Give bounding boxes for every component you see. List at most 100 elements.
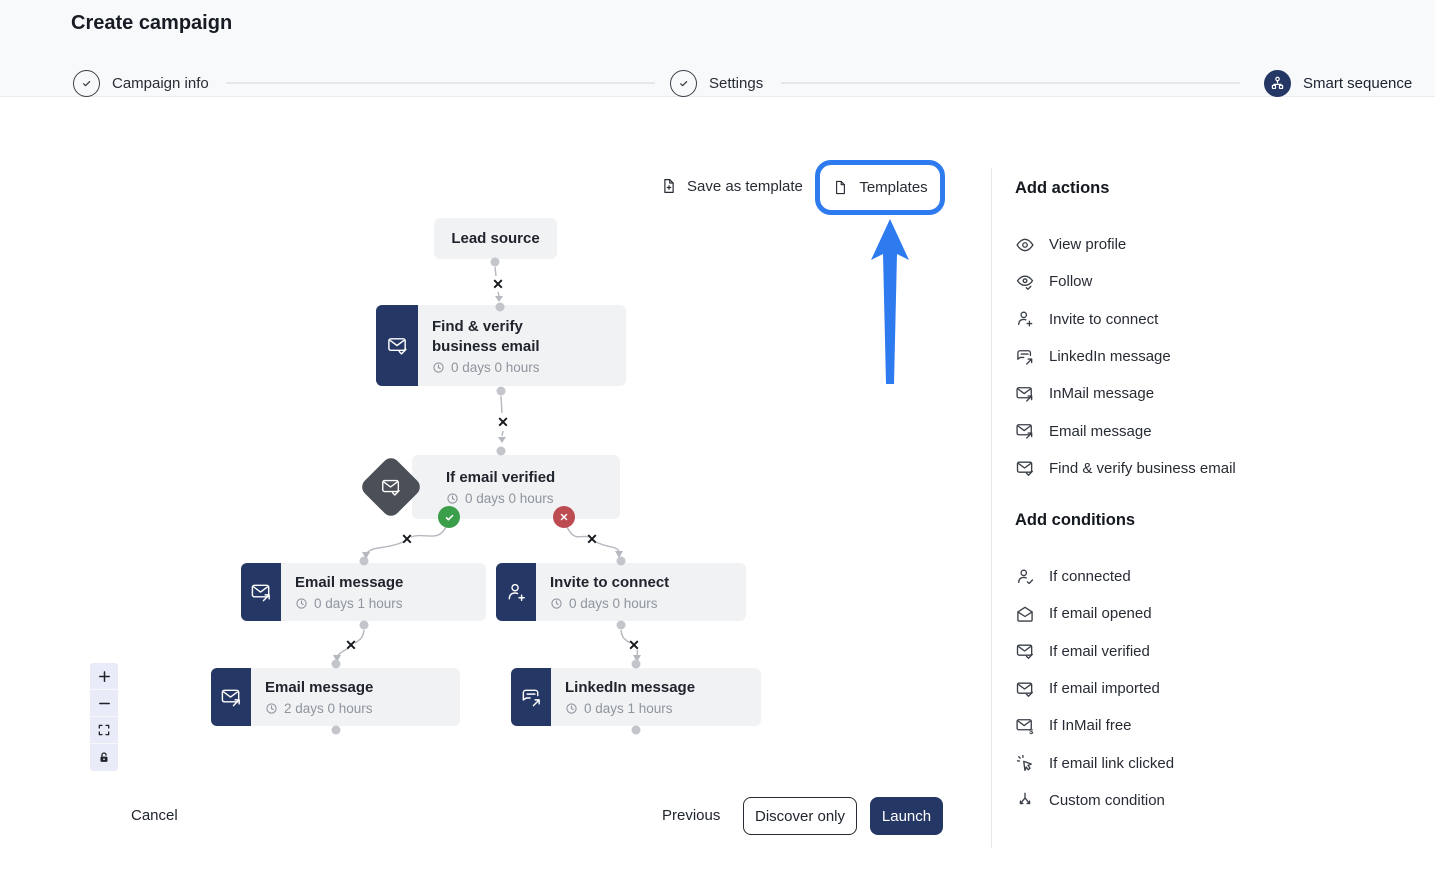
remove-connection-icon[interactable]: ✕ bbox=[491, 277, 505, 291]
cursor-click-icon bbox=[1015, 753, 1035, 773]
mail-send-icon bbox=[241, 563, 281, 621]
chat-send-icon bbox=[511, 668, 551, 726]
mail-check-icon bbox=[1015, 458, 1035, 478]
node-delay: 0 days 1 hours bbox=[565, 701, 695, 716]
node-delay: 0 days 0 hours bbox=[550, 596, 669, 611]
launch-button[interactable]: Launch bbox=[870, 797, 943, 835]
remove-connection-icon[interactable]: ✕ bbox=[496, 415, 510, 429]
sequence-icon bbox=[1264, 70, 1291, 97]
eye-check-icon bbox=[1015, 272, 1035, 292]
condition-label: Custom condition bbox=[1049, 792, 1165, 809]
stepper-step-smart-sequence[interactable]: Smart sequence bbox=[1264, 69, 1412, 97]
action-item-follow[interactable]: Follow bbox=[1015, 263, 1236, 300]
file-icon bbox=[832, 178, 849, 197]
condition-label: If email imported bbox=[1049, 680, 1160, 697]
node-delay: 0 days 0 hours bbox=[432, 360, 592, 375]
mail-send-icon bbox=[211, 668, 251, 726]
action-label: View profile bbox=[1049, 236, 1126, 253]
mail-send-icon bbox=[1015, 421, 1035, 441]
action-item-find-verify-email[interactable]: Find & verify business email bbox=[1015, 450, 1236, 487]
templates-label: Templates bbox=[859, 179, 927, 196]
flow-node-lead-source[interactable]: Lead source bbox=[434, 218, 557, 259]
node-title: Find & verify business email bbox=[432, 317, 592, 357]
person-plus-icon bbox=[496, 563, 536, 621]
actions-list: View profile Follow Invite to connect bbox=[1015, 226, 1236, 487]
person-plus-icon bbox=[1015, 309, 1035, 329]
condition-item-if-email-imported[interactable]: If email imported bbox=[1015, 670, 1174, 707]
node-title: Email message bbox=[295, 573, 403, 593]
node-title: Lead source bbox=[451, 229, 539, 249]
node-delay: 0 days 0 hours bbox=[446, 491, 555, 506]
eye-icon bbox=[1015, 235, 1035, 255]
condition-item-if-email-opened[interactable]: If email opened bbox=[1015, 595, 1174, 632]
flow-node-email-message-1[interactable]: Email message 0 days 1 hours bbox=[241, 563, 486, 621]
check-circle-icon bbox=[73, 70, 100, 97]
flow-node-invite-to-connect[interactable]: Invite to connect 0 days 0 hours bbox=[496, 563, 746, 621]
node-delay: 0 days 1 hours bbox=[295, 596, 403, 611]
remove-connection-icon[interactable]: ✕ bbox=[585, 532, 599, 546]
condition-label: If email link clicked bbox=[1049, 755, 1174, 772]
stepper-line bbox=[781, 82, 1240, 84]
condition-yes-port[interactable] bbox=[438, 506, 460, 528]
condition-item-if-connected[interactable]: If connected bbox=[1015, 558, 1174, 595]
condition-item-custom-condition[interactable]: Custom condition bbox=[1015, 782, 1174, 819]
action-item-inmail-message[interactable]: InMail message bbox=[1015, 375, 1236, 412]
previous-button[interactable]: Previous bbox=[662, 807, 720, 824]
node-title: Email message bbox=[265, 678, 373, 698]
condition-item-if-inmail-free[interactable]: $ If InMail free bbox=[1015, 707, 1174, 744]
action-item-email-message[interactable]: Email message bbox=[1015, 412, 1236, 449]
condition-label: If email verified bbox=[1049, 643, 1150, 660]
action-label: Invite to connect bbox=[1049, 311, 1158, 328]
action-item-view-profile[interactable]: View profile bbox=[1015, 226, 1236, 263]
cancel-button[interactable]: Cancel bbox=[131, 807, 178, 824]
svg-text:$: $ bbox=[1029, 727, 1034, 736]
save-as-template-button[interactable]: Save as template bbox=[660, 176, 803, 196]
flow-node-linkedin-message[interactable]: LinkedIn message 0 days 1 hours bbox=[511, 668, 761, 726]
stepper-step-settings[interactable]: Settings bbox=[670, 69, 763, 97]
action-label: Email message bbox=[1049, 423, 1152, 440]
check-circle-icon bbox=[670, 70, 697, 97]
file-plus-icon bbox=[660, 176, 678, 196]
condition-label: If email opened bbox=[1049, 605, 1152, 622]
condition-item-if-email-link-clicked[interactable]: If email link clicked bbox=[1015, 744, 1174, 781]
fit-view-icon[interactable] bbox=[90, 717, 118, 744]
person-check-icon bbox=[1015, 567, 1035, 587]
remove-connection-icon[interactable]: ✕ bbox=[627, 638, 641, 652]
mail-open-icon bbox=[1015, 604, 1035, 624]
action-label: Find & verify business email bbox=[1049, 460, 1236, 477]
mail-check-icon bbox=[1015, 641, 1035, 661]
mail-check-icon bbox=[1015, 679, 1035, 699]
flow-node-find-verify-email[interactable]: Find & verify business email 0 days 0 ho… bbox=[376, 305, 626, 386]
sidebar-divider bbox=[991, 168, 992, 848]
zoom-in-icon[interactable] bbox=[90, 663, 118, 690]
templates-button[interactable]: Templates bbox=[832, 178, 927, 197]
node-title: LinkedIn message bbox=[565, 678, 695, 698]
remove-connection-icon[interactable]: ✕ bbox=[344, 638, 358, 652]
create-campaign-screen: Create campaign Campaign info Settings S… bbox=[0, 0, 1435, 886]
save-as-template-label: Save as template bbox=[687, 178, 803, 195]
stepper-line bbox=[226, 82, 655, 84]
remove-connection-icon[interactable]: ✕ bbox=[400, 532, 414, 546]
templates-highlight-box: Templates bbox=[815, 160, 945, 215]
condition-no-port[interactable] bbox=[553, 506, 575, 528]
conditions-list: If connected If email opened If email ve… bbox=[1015, 558, 1174, 819]
stepper-step-campaign-info[interactable]: Campaign info bbox=[73, 69, 209, 97]
zoom-out-icon[interactable] bbox=[90, 690, 118, 717]
step-label: Campaign info bbox=[112, 75, 209, 92]
discover-only-button[interactable]: Discover only bbox=[743, 797, 857, 835]
step-label: Smart sequence bbox=[1303, 75, 1412, 92]
flow-node-email-message-2[interactable]: Email message 2 days 0 hours bbox=[211, 668, 460, 726]
condition-item-if-email-verified[interactable]: If email verified bbox=[1015, 633, 1174, 670]
action-label: InMail message bbox=[1049, 385, 1154, 402]
action-item-invite-to-connect[interactable]: Invite to connect bbox=[1015, 301, 1236, 338]
mail-send-icon bbox=[1015, 384, 1035, 404]
action-item-linkedin-message[interactable]: LinkedIn message bbox=[1015, 338, 1236, 375]
add-actions-heading: Add actions bbox=[1015, 179, 1109, 198]
step-label: Settings bbox=[709, 75, 763, 92]
condition-label: If connected bbox=[1049, 568, 1131, 585]
header: Create campaign Campaign info Settings S… bbox=[0, 0, 1435, 97]
action-label: Follow bbox=[1049, 273, 1092, 290]
lock-icon[interactable] bbox=[90, 744, 118, 771]
add-conditions-heading: Add conditions bbox=[1015, 511, 1135, 530]
condition-label: If InMail free bbox=[1049, 717, 1132, 734]
